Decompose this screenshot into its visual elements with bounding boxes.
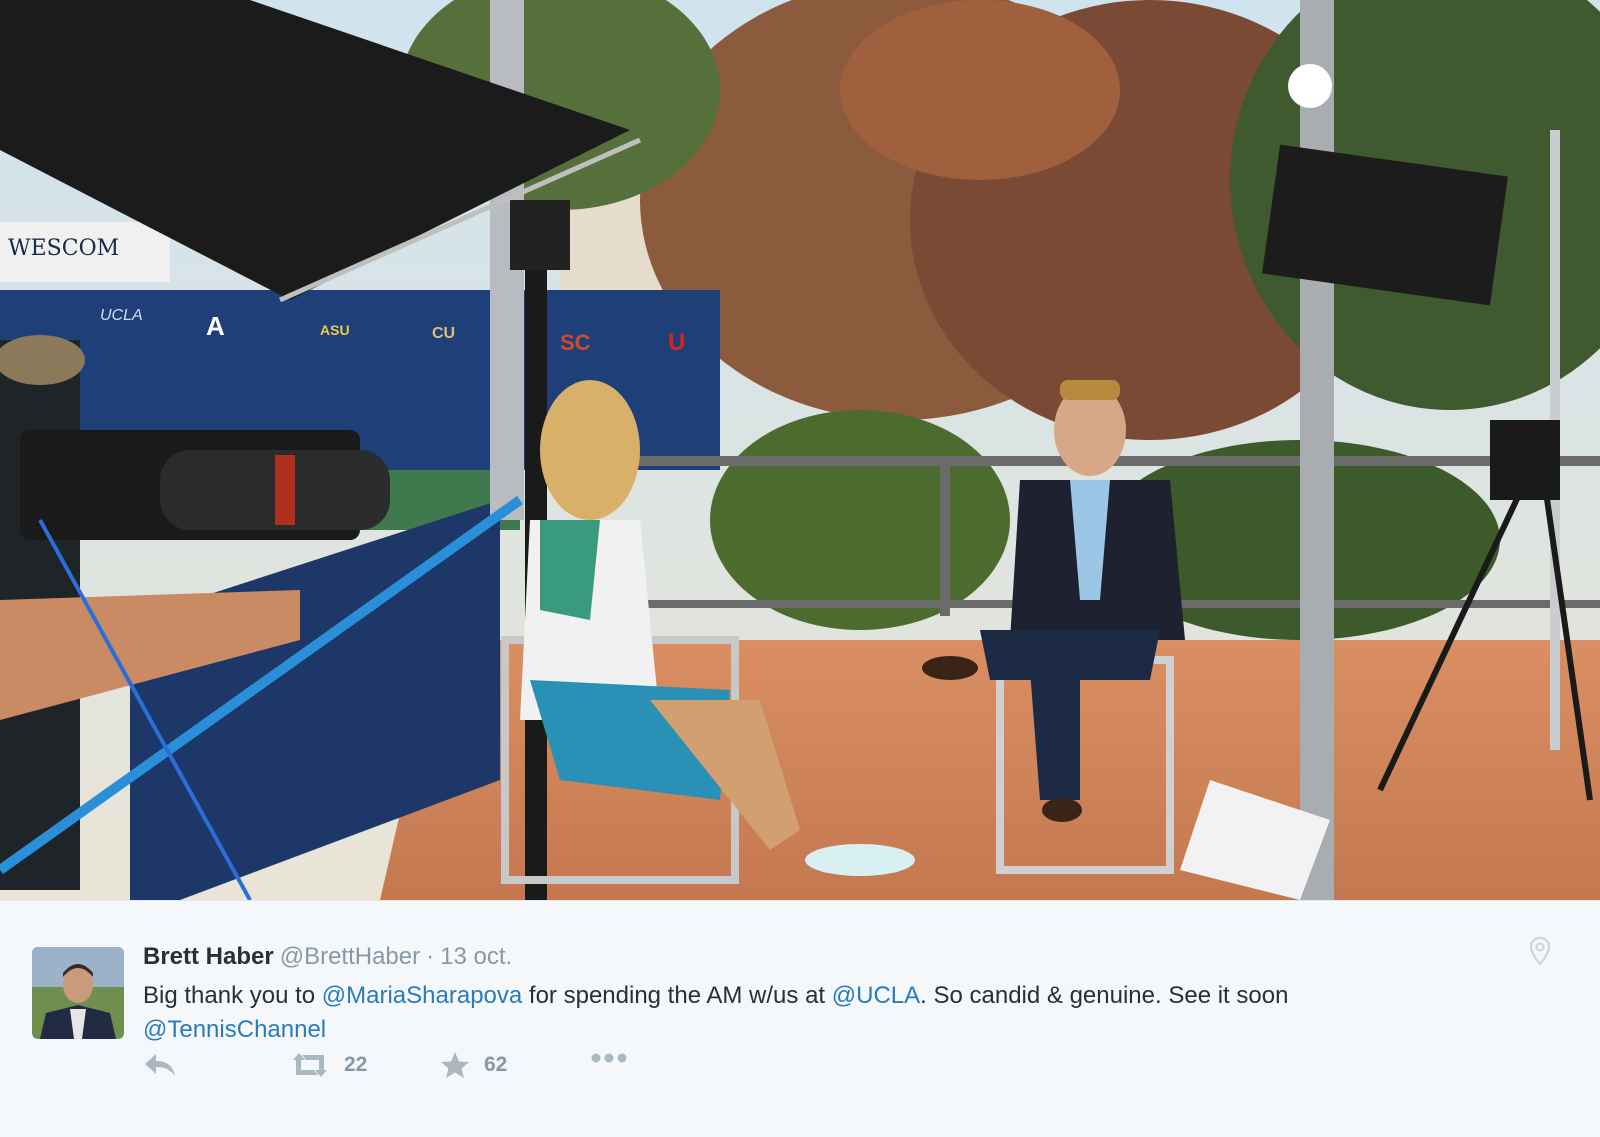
wall-logo-ucla: UCLA <box>100 307 143 324</box>
wall-logo-arizona: A <box>206 311 225 341</box>
location-pin-icon[interactable] <box>1529 936 1551 970</box>
star-icon <box>441 1052 469 1078</box>
mention-link[interactable]: @MariaSharapova <box>322 982 522 1009</box>
wall-logo-usc: SC <box>560 330 591 355</box>
tweet-date[interactable]: 13 oct. <box>440 943 512 970</box>
author-handle[interactable]: @BrettHaber <box>280 943 420 970</box>
tweet-header: Brett Haber @BrettHaber · 13 oct. <box>143 943 512 971</box>
interview-photo: WESCOM UCLA A ASU CU SC U <box>0 0 1600 900</box>
wall-logo-utah: U <box>668 329 685 356</box>
tweet-text-part: Big thank you to <box>143 982 322 1009</box>
more-button[interactable] <box>589 1051 629 1065</box>
tweet-photo[interactable]: WESCOM UCLA A ASU CU SC U <box>0 0 1600 900</box>
tweet-card: Brett Haber @BrettHaber · 13 oct. Big thank… <box>0 900 1600 1137</box>
reply-button[interactable] <box>143 1051 177 1079</box>
wall-logo-colorado: CU <box>432 325 455 342</box>
retweet-count: 22 <box>344 1053 368 1076</box>
favorite-count: 62 <box>484 1053 508 1076</box>
author-name[interactable]: Brett Haber <box>143 943 274 970</box>
mention-link[interactable]: @TennisChannel <box>143 1016 326 1043</box>
tweet-text-part: for spending the AM w/us at <box>522 982 832 1009</box>
more-icon <box>591 1053 627 1063</box>
favorite-button[interactable]: 62 <box>440 1051 507 1079</box>
retweet-button[interactable]: 22 <box>290 1051 367 1079</box>
banner-text: WESCOM <box>8 236 119 261</box>
retweet-icon <box>293 1053 327 1077</box>
tweet-text: Big thank you to @MariaSharapova for spe… <box>143 979 1503 1047</box>
header-separator: · <box>426 943 435 970</box>
reply-icon <box>145 1054 175 1076</box>
tweet-text-part: . So candid & genuine. See it soon <box>920 982 1289 1009</box>
wall-logo-asu: ASU <box>320 322 350 338</box>
avatar[interactable] <box>32 947 124 1039</box>
mention-link[interactable]: @UCLA <box>832 982 920 1009</box>
